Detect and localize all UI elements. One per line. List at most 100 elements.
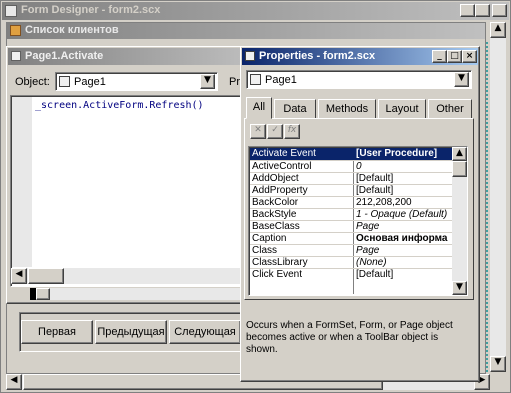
props-close-button[interactable]: × [462, 50, 477, 63]
scroll-left-button[interactable]: ◀ [6, 374, 22, 390]
code-titlebar[interactable]: Page1.Activate [8, 48, 260, 65]
property-value[interactable]: Page [356, 221, 452, 232]
property-name: Class [252, 245, 278, 256]
prev-label: Предыдущая [97, 326, 165, 338]
property-row[interactable]: AddObject [Default] [250, 172, 452, 184]
property-value[interactable]: [Default] [356, 185, 452, 196]
tab-other-label: Other [436, 103, 464, 115]
property-grid: Activate Event [User Procedure] ActiveCon… [248, 146, 468, 296]
property-name: BackColor [252, 197, 299, 208]
properties-titlebar[interactable]: Properties - form2.scx _ □ × [242, 48, 478, 65]
property-row[interactable]: Class Page [250, 244, 452, 256]
designer-vscroll[interactable]: ▲ ▼ [490, 22, 506, 372]
props-page-icon [250, 74, 261, 85]
accept-icon[interactable]: ✓ [267, 124, 283, 139]
properties-icon [245, 51, 255, 61]
right-dotted-edge [486, 42, 488, 372]
property-row[interactable]: Activate Event [User Procedure] [250, 148, 452, 160]
props-chevron-down-icon[interactable]: ▼ [454, 72, 469, 87]
first-label: Первая [38, 326, 76, 338]
props-object-value: Page1 [265, 74, 297, 86]
tab-all[interactable]: All [246, 97, 272, 119]
property-row[interactable]: BackColor 212,208,200 [250, 196, 452, 208]
tab-data-label: Data [283, 103, 307, 115]
property-name: Click Event [252, 269, 303, 280]
property-value[interactable]: Основая информа [356, 233, 452, 244]
property-description: Occurs when a FormSet, Form, or Page obj… [246, 320, 453, 355]
object-combo-value: Page1 [74, 76, 106, 88]
property-value[interactable]: 212,208,200 [356, 197, 452, 208]
next-button[interactable]: Следующая [169, 320, 241, 344]
property-name: ActiveControl [252, 161, 312, 172]
form-designer-title: Form Designer - form2.scx [21, 4, 161, 16]
tab-data[interactable]: Data [274, 99, 316, 119]
property-value[interactable]: 0 [356, 161, 452, 172]
chevron-down-icon[interactable]: ▼ [200, 74, 215, 89]
prop-scroll-thumb[interactable] [452, 161, 467, 177]
form-caption: Список клиентов [25, 24, 119, 36]
object-label: Object: [15, 76, 50, 88]
code-hscroll[interactable]: ◀ [11, 268, 249, 284]
props-object-combo[interactable]: Page1 ▼ [246, 70, 472, 89]
property-row[interactable]: ClassLibrary (None) [250, 256, 452, 268]
property-name: Activate Event [252, 148, 316, 159]
first-button[interactable]: Первая [21, 320, 93, 344]
property-value[interactable]: [User Procedure] [356, 148, 452, 159]
property-value[interactable]: [Default] [356, 269, 452, 280]
property-row[interactable]: Caption Основая информа [250, 232, 452, 244]
lower-hscroll-thumb[interactable] [36, 288, 50, 300]
tab-layout-label: Layout [385, 103, 419, 115]
code-gutter [12, 97, 32, 267]
code-hscroll-thumb[interactable] [28, 268, 64, 284]
form-designer-titlebar[interactable]: Form Designer - form2.scx _ □ × [2, 2, 509, 20]
property-vscroll[interactable]: ▲ ▼ [452, 147, 467, 295]
prop-scroll-down-button[interactable]: ▼ [452, 281, 467, 295]
props-maximize-button[interactable]: □ [447, 50, 462, 63]
tab-all-label: All [252, 101, 266, 113]
prev-button[interactable]: Предыдущая [95, 320, 167, 344]
maximize-button[interactable]: □ [475, 4, 490, 17]
function-icon[interactable]: fx [284, 124, 300, 139]
property-row[interactable]: Click Event [Default] [250, 268, 452, 280]
property-name: ClassLibrary [252, 257, 308, 268]
cancel-icon[interactable]: ✕ [250, 124, 266, 139]
prop-scroll-up-button[interactable]: ▲ [452, 147, 467, 161]
properties-title: Properties - form2.scx [259, 50, 376, 62]
property-name: BaseClass [252, 221, 300, 232]
scroll-down-button[interactable]: ▼ [490, 356, 506, 372]
tab-methods[interactable]: Methods [318, 99, 376, 119]
form-caption-icon [10, 25, 21, 36]
code-scroll-left-button[interactable]: ◀ [11, 268, 27, 284]
object-combo[interactable]: Page1 ▼ [55, 72, 218, 91]
code-title: Page1.Activate [25, 50, 104, 62]
property-row[interactable]: ActiveControl 0 [250, 160, 452, 172]
property-row[interactable]: AddProperty [Default] [250, 184, 452, 196]
page-icon [59, 76, 70, 87]
close-button[interactable]: × [492, 4, 507, 17]
property-name: AddProperty [252, 185, 308, 196]
proc-label: Pr [229, 76, 240, 88]
property-value[interactable]: Page [356, 245, 452, 256]
property-value[interactable]: [Default] [356, 173, 452, 184]
code-line-1: _screen.ActiveForm.Refresh() [35, 100, 204, 111]
property-value[interactable]: 1 - Opaque (Default) [356, 209, 452, 220]
scroll-up-button[interactable]: ▲ [490, 22, 506, 38]
lower-hscroll[interactable] [36, 288, 246, 300]
tab-layout[interactable]: Layout [378, 99, 426, 119]
property-row[interactable]: BackStyle 1 - Opaque (Default) [250, 208, 452, 220]
tab-methods-label: Methods [325, 103, 369, 115]
property-list: Activate Event [User Procedure] ActiveCon… [250, 148, 452, 294]
property-row[interactable]: BaseClass Page [250, 220, 452, 232]
property-value[interactable]: (None) [356, 257, 452, 268]
code-icon [11, 51, 21, 61]
code-editor[interactable]: _screen.ActiveForm.Refresh() ◀ [10, 95, 250, 287]
form-caption-bar: Список клиентов [7, 23, 485, 39]
form-icon [5, 5, 17, 17]
props-minimize-button[interactable]: _ [432, 50, 447, 63]
property-name: AddObject [252, 173, 299, 184]
next-label: Следующая [174, 326, 236, 338]
minimize-button[interactable]: _ [460, 4, 475, 17]
property-name: Caption [252, 233, 287, 244]
tab-other[interactable]: Other [428, 99, 472, 119]
property-name: BackStyle [252, 209, 297, 220]
